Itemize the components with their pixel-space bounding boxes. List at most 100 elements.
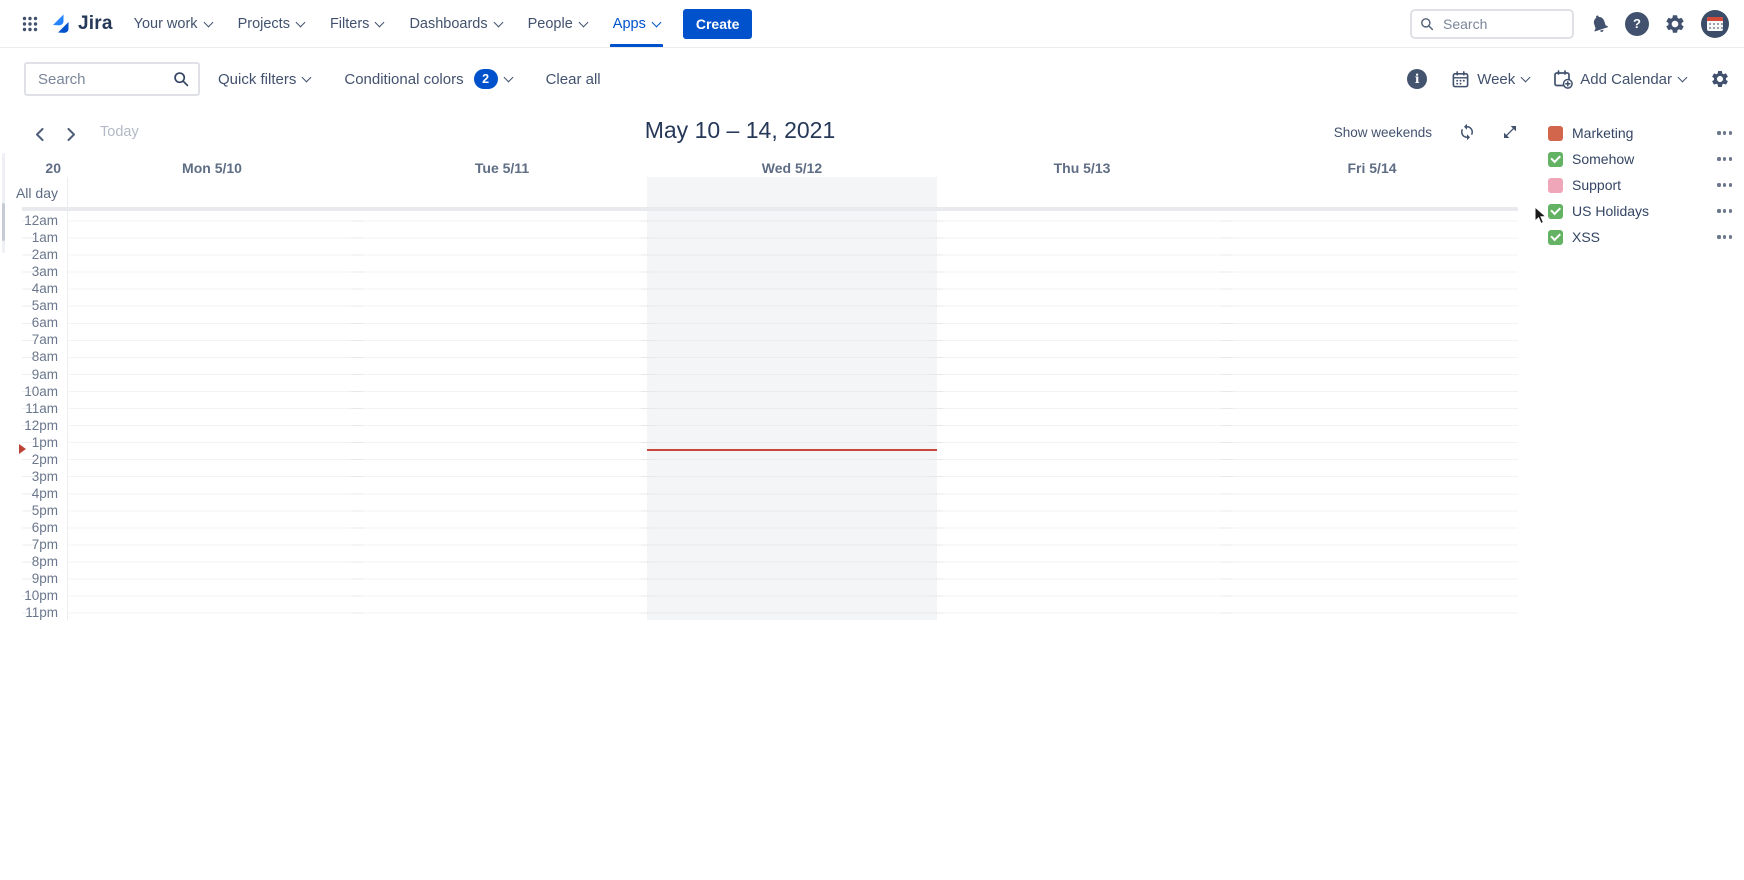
time-label: 2am: [0, 247, 58, 263]
add-calendar-icon: [1553, 69, 1573, 89]
time-label: 1am: [0, 230, 58, 246]
conditional-colors-dropdown[interactable]: Conditional colors 2: [344, 69, 511, 89]
settings-button[interactable]: [1664, 13, 1686, 35]
time-label: 10pm: [0, 588, 58, 604]
nav-item-label: Filters: [330, 16, 369, 32]
calendar-checkbox[interactable]: [1548, 230, 1563, 245]
calendar-more-menu-icon[interactable]: [1715, 231, 1734, 242]
time-label: 12pm: [0, 418, 58, 434]
calendar-checkbox[interactable]: [1548, 126, 1563, 141]
chevron-down-icon: [1678, 73, 1688, 83]
calendar-list: Marketing Somehow Support US Holidays XS…: [1548, 120, 1734, 250]
clear-all-button[interactable]: Clear all: [546, 71, 601, 88]
chevron-down-icon: [296, 17, 306, 27]
nav-item-your-work[interactable]: Your work: [121, 0, 225, 47]
day-header-mon: Mon 5/10: [67, 160, 357, 176]
calendar-list-item-marketing[interactable]: Marketing: [1548, 120, 1734, 146]
time-label: 5am: [0, 298, 58, 314]
expand-diagonal-icon: [1502, 124, 1518, 140]
global-search-input[interactable]: [1441, 15, 1555, 33]
left-scrollbar[interactable]: [2, 153, 5, 253]
all-day-label: All day: [0, 185, 58, 201]
sync-icon: [1458, 123, 1476, 141]
time-label: 4am: [0, 281, 58, 297]
calendar-more-menu-icon[interactable]: [1715, 205, 1734, 216]
week-number: 20: [0, 160, 61, 176]
calendar-checkbox[interactable]: [1548, 178, 1563, 193]
view-selector-label: Week: [1477, 71, 1515, 88]
calendar-name: XSS: [1572, 229, 1600, 245]
time-label: 3am: [0, 264, 58, 280]
calendar-list-item-us-holidays[interactable]: US Holidays: [1548, 198, 1734, 224]
calendar-more-menu-icon[interactable]: [1715, 153, 1734, 164]
calendar-search-input[interactable]: [36, 70, 140, 89]
jira-logo[interactable]: Jira: [50, 13, 113, 35]
mouse-cursor: [1534, 206, 1548, 226]
calendar-search[interactable]: [24, 62, 200, 96]
time-label: 11am: [0, 401, 58, 417]
current-time-marker-icon: [19, 444, 26, 454]
hour-tick-marks: [1221, 212, 1233, 619]
calendar-list-item-somehow[interactable]: Somehow: [1548, 146, 1734, 172]
jira-logo-icon: [50, 13, 72, 35]
global-search[interactable]: [1410, 9, 1574, 39]
current-time-line: [647, 449, 937, 451]
day-header-wed: Wed 5/12: [647, 160, 937, 176]
calendar-list-item-support[interactable]: Support: [1548, 172, 1734, 198]
hour-tick-marks: [931, 212, 943, 619]
view-selector-dropdown[interactable]: Week: [1451, 70, 1529, 89]
day-header-fri: Fri 5/14: [1227, 160, 1517, 176]
add-calendar-dropdown[interactable]: Add Calendar: [1553, 69, 1686, 89]
jira-logo-text: Jira: [78, 13, 113, 35]
nav-item-projects[interactable]: Projects: [225, 0, 317, 47]
nav-item-label: Your work: [134, 16, 198, 32]
hour-tick-marks: [351, 212, 363, 619]
help-button[interactable]: ?: [1625, 12, 1649, 36]
avatar-calendar-graphic: [1707, 17, 1723, 31]
nav-item-filters[interactable]: Filters: [317, 0, 396, 47]
calendar-more-menu-icon[interactable]: [1715, 179, 1734, 190]
calendar-checkbox[interactable]: [1548, 152, 1563, 167]
calendar-checkbox[interactable]: [1548, 204, 1563, 219]
nav-item-dashboards[interactable]: Dashboards: [396, 0, 514, 47]
show-weekends-toggle[interactable]: Show weekends: [1334, 125, 1432, 140]
time-label: 12am: [0, 213, 58, 229]
time-label: 7pm: [0, 537, 58, 553]
calendar-name: Somehow: [1572, 151, 1634, 167]
calendar-settings-button[interactable]: [1710, 69, 1730, 89]
hour-tick-marks: [641, 212, 653, 619]
app-switcher-icon[interactable]: [14, 8, 46, 40]
chevron-down-icon: [1521, 73, 1531, 83]
nav-item-label: Dashboards: [409, 16, 487, 32]
nav-item-apps[interactable]: Apps: [600, 0, 673, 47]
clear-all-label: Clear all: [546, 71, 601, 88]
refresh-button[interactable]: [1458, 123, 1476, 141]
expand-button[interactable]: [1502, 124, 1518, 140]
gear-icon: [1710, 69, 1730, 89]
time-label: 11pm: [0, 605, 58, 621]
info-button[interactable]: i: [1407, 69, 1427, 89]
toolbar-right: i Week: [1407, 69, 1744, 89]
calendar-more-menu-icon[interactable]: [1715, 127, 1734, 138]
user-avatar[interactable]: [1701, 10, 1729, 38]
time-label: 2pm: [0, 452, 58, 468]
quick-filters-dropdown[interactable]: Quick filters: [218, 71, 310, 88]
time-label: 8am: [0, 349, 58, 365]
info-icon: i: [1415, 72, 1420, 86]
day-header-thu: Thu 5/13: [937, 160, 1227, 176]
chevron-down-icon: [578, 17, 588, 27]
notifications-button[interactable]: [1589, 13, 1610, 34]
scrollbar-thumb[interactable]: [2, 203, 5, 241]
time-label: 4pm: [0, 486, 58, 502]
nav-item-people[interactable]: People: [515, 0, 600, 47]
time-label: 6pm: [0, 520, 58, 536]
calendar-list-item-xss[interactable]: XSS: [1548, 224, 1734, 250]
today-column-grid[interactable]: [647, 212, 937, 619]
chevron-down-icon: [503, 73, 513, 83]
time-label: 8pm: [0, 554, 58, 570]
time-label: 7am: [0, 332, 58, 348]
calendar-name: Marketing: [1572, 125, 1633, 141]
create-button[interactable]: Create: [683, 9, 753, 39]
bell-icon: [1586, 10, 1612, 36]
chevron-down-icon: [651, 17, 661, 27]
